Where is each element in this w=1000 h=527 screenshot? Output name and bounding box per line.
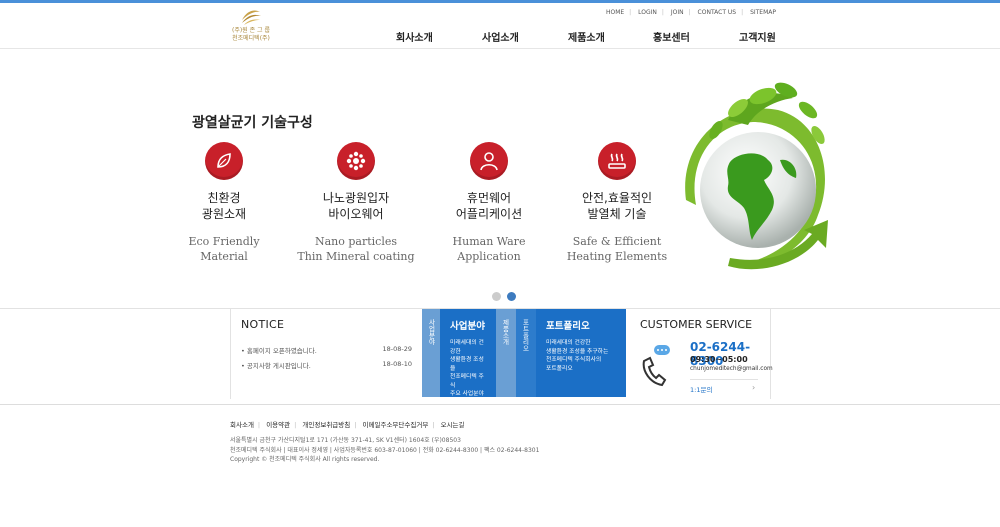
footer-address: 서울특별시 금천구 가산디지털1로 171 (가산동 371-41, SK V1…: [230, 437, 461, 444]
panel-tab-products[interactable]: 제품소개: [496, 309, 516, 397]
footer-divider: |: [257, 421, 261, 429]
hero-slider: 광열살균기 기술구성 친환경 광원소재 Eco Friendly Material …: [0, 50, 1000, 308]
feature-title: 안전,효율적인 발열체 기술: [581, 191, 653, 221]
footer-copyright: Copyright © 천조메디텍 주식회사 All rights reserv…: [230, 456, 380, 463]
nav-support[interactable]: 고객지원: [739, 29, 776, 44]
notice-item[interactable]: • 공지사항 게시판입니다. 18-08-10: [241, 360, 412, 370]
util-home-link[interactable]: HOME: [606, 9, 624, 16]
feature-english: Human Ware Application: [452, 235, 526, 263]
customer-service: CUSTOMER SERVICE 02-6244-8300 09:30~05:0…: [626, 309, 773, 399]
footer-divider: |: [432, 421, 435, 429]
util-divider: |: [629, 9, 632, 16]
util-sitemap-link[interactable]: SITEMAP: [750, 9, 776, 16]
panel-portfolio-title: 포트폴리오: [546, 321, 590, 332]
footer-link-company[interactable]: 회사소개: [230, 421, 254, 429]
feature-title: 나노광원입자 바이오웨어: [322, 191, 390, 221]
util-divider: |: [661, 9, 664, 16]
utility-menu: HOME | LOGIN | JOIN | CONTACT US | SITEMAP: [601, 9, 781, 16]
accordion-panels: 사업분야 사업분야 미래세대의 건강한 생활환경 조성을 천조메디텍 주식 주요 사업…: [422, 309, 626, 397]
panel-portfolio[interactable]: 포트폴리오 미래세대의 건강한 생활환경 조성을 추구하는 천조메디텍 주식회사의 포…: [536, 309, 626, 397]
slide-dot-2[interactable]: [507, 292, 516, 301]
panel-business[interactable]: 사업분야 미래세대의 건강한 생활환경 조성을 천조메디텍 주식 주요 사업분야: [440, 309, 496, 397]
notice-title: NOTICE: [241, 318, 285, 331]
footer-link-email-policy[interactable]: 이메일주소무단수집거부: [363, 421, 429, 429]
main-navigation: 회사소개 사업소개 제품소개 홍보센터 고객지원: [0, 29, 1000, 49]
slider-pagination: [492, 286, 522, 305]
nav-company[interactable]: 회사소개: [396, 29, 433, 44]
util-login-link[interactable]: LOGIN: [638, 9, 657, 16]
footer-business-info: 천조메디텍 주식회사 | 대표이사 정세영 | 사업자등록번호 603-87-0…: [230, 446, 540, 454]
hero-title: 광열살균기 기술구성: [192, 115, 313, 131]
panel-tab-business[interactable]: 사업분야: [422, 309, 440, 397]
feature-nano-particles: 나노광원입자 바이오웨어 Nano particles Thin Mineral c…: [286, 142, 426, 264]
footer-divider: |: [294, 421, 297, 429]
nav-business[interactable]: 사업소개: [482, 29, 519, 44]
feature-english: Safe & Efficient Heating Elements: [566, 235, 668, 263]
util-join-link[interactable]: JOIN: [671, 9, 684, 16]
phone-chat-icon: [640, 345, 676, 391]
footer-company-info: 서울특별시 금천구 가산디지털1로 171 (가산동 371-41, SK V1…: [230, 436, 539, 465]
chevron-right-icon[interactable]: ›: [752, 383, 755, 392]
person-icon: [470, 142, 508, 180]
cs-title: CUSTOMER SERVICE: [640, 318, 753, 331]
nav-pr-center[interactable]: 홍보센터: [653, 29, 690, 44]
panel-business-title: 사업분야: [450, 321, 485, 332]
feature-heating-elements: 안전,효율적인 발열체 기술 Safe & Efficient Heating El…: [547, 142, 687, 264]
slide-dot-1[interactable]: [492, 292, 501, 301]
one-to-one-inquiry-link[interactable]: 1:1문의: [690, 384, 712, 394]
feature-eco-material: 친환경 광원소재 Eco Friendly Material: [154, 142, 294, 264]
leaf-icon: [205, 142, 243, 180]
panel-tab-portfolio[interactable]: 포트폴리오: [516, 309, 536, 397]
notice-board: NOTICE • 홈페이지 오픈하였습니다. 18-08-29 • 공지사항 게시…: [230, 309, 422, 399]
cs-divider: [690, 379, 758, 380]
util-divider: |: [688, 9, 691, 16]
notice-list: • 홈페이지 오픈하였습니다. 18-08-29 • 공지사항 게시판입니다. 18…: [241, 345, 412, 370]
heat-icon: [598, 142, 636, 180]
footer-menu: 회사소개 | 이용약관 | 개인정보취급방침 | 이메일주소무단수집거부 | 오시는길: [230, 419, 469, 429]
feature-title: 친환경 광원소재: [201, 191, 247, 221]
footer-link-directions[interactable]: 오시는길: [441, 421, 465, 429]
footer-link-privacy[interactable]: 개인정보취급방침: [302, 421, 350, 429]
green-globe-image: [668, 80, 838, 284]
cs-email[interactable]: chunjomeditech@gmail.com: [690, 366, 773, 372]
feature-human-ware: 휴먼웨어 어플리케이션 Human Ware Application: [419, 142, 559, 264]
nano-particle-icon: [337, 142, 375, 180]
notice-item[interactable]: • 홈페이지 오픈하였습니다. 18-08-29: [241, 345, 412, 355]
feature-english: Nano particles Thin Mineral coating: [297, 235, 415, 263]
util-contact-link[interactable]: CONTACT US: [698, 9, 737, 16]
footer-link-terms[interactable]: 이용약관: [266, 421, 290, 429]
panel-portfolio-desc: 미래세대의 건강한 생활환경 조성을 추구하는 천조메디텍 주식회사의 포트폴리오: [546, 340, 609, 372]
feature-title: 휴먼웨어 어플리케이션: [455, 191, 523, 221]
site-header: (주)원 존 그 룹 천조메디텍(주) HOME | LOGIN | JOIN | C…: [0, 3, 1000, 49]
feature-english: Eco Friendly Material: [188, 235, 260, 263]
logo-wave-icon: [242, 10, 261, 25]
info-row: NOTICE • 홈페이지 오픈하였습니다. 18-08-29 • 공지사항 게시…: [0, 308, 1000, 399]
cs-hours: 09:30~05:00: [690, 355, 748, 364]
panel-business-desc: 미래세대의 건강한 생활환경 조성을 천조메디텍 주식 주요 사업분야: [450, 340, 484, 397]
site-footer: 회사소개 | 이용약관 | 개인정보취급방침 | 이메일주소무단수집거부 | 오시는길 …: [0, 404, 1000, 527]
footer-divider: |: [354, 421, 357, 429]
util-divider: |: [741, 9, 744, 16]
nav-products[interactable]: 제품소개: [568, 29, 605, 44]
